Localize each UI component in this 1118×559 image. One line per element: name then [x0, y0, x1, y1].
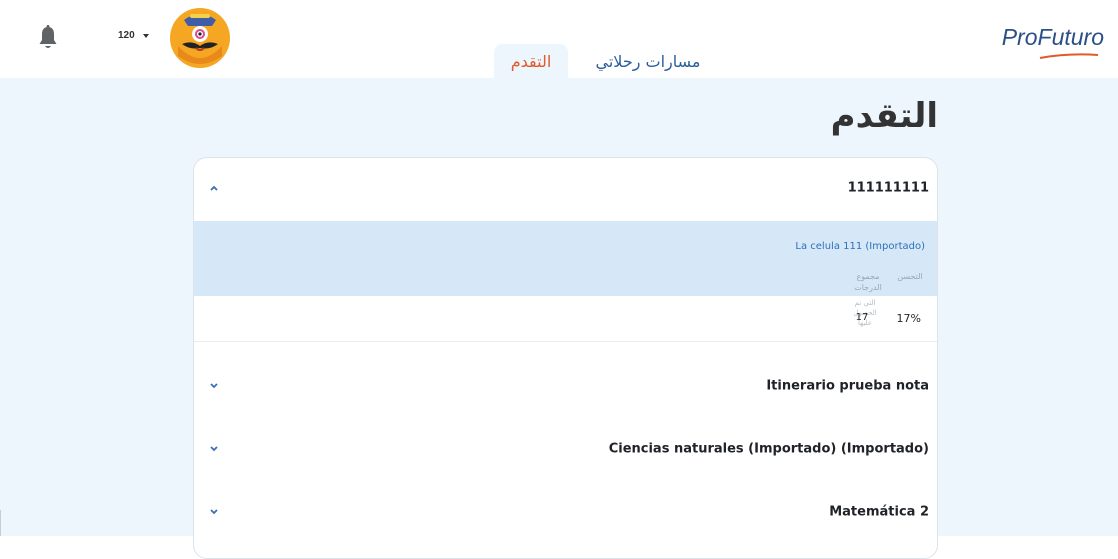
- chevron-down-icon: [142, 33, 149, 38]
- tab-my-paths-label: مسارات رحلاتي: [595, 51, 701, 71]
- window-edge: [0, 510, 1, 536]
- progress-accordion: 111111111 La celula 111 (Importado) التح…: [193, 157, 938, 559]
- total-cell: التي تم الحصول عليها 17: [851, 298, 879, 340]
- column-header-total: مجموع الدرجات: [851, 271, 885, 293]
- tab-my-paths[interactable]: مسارات رحلاتي: [568, 44, 728, 78]
- page-title: التقدم: [830, 96, 938, 136]
- improvement-value: 17%: [896, 312, 921, 325]
- top-header: 120 التقدم مسارات رحلاتي ProFuturo: [0, 0, 1118, 78]
- column-header-total-line-1: مجموع: [856, 272, 880, 281]
- accordion-header-matematica[interactable]: Matemática 2: [194, 487, 937, 537]
- profuturo-logo: ProFuturo: [1002, 24, 1104, 51]
- total-value: 17: [855, 312, 869, 323]
- table-row: 17% التي تم الحصول عليها 17: [194, 296, 937, 342]
- accordion-title: Ciencias naturales (Importado) (Importad…: [608, 441, 929, 457]
- chevron-down-icon[interactable]: [208, 443, 220, 455]
- tab-progress[interactable]: التقدم: [494, 44, 568, 78]
- bell-icon[interactable]: [36, 24, 60, 52]
- tab-bar: التقدم مسارات رحلاتي: [494, 44, 728, 78]
- chevron-down-icon[interactable]: [208, 506, 220, 518]
- points-dropdown[interactable]: 120: [118, 30, 149, 41]
- logo-futuro-text: Futuro: [1037, 24, 1104, 50]
- main-content: التقدم 111111111 La celula 111 (Importad…: [0, 78, 1118, 559]
- tab-progress-label: التقدم: [510, 51, 552, 71]
- course-link[interactable]: La celula 111 (Importado): [795, 241, 925, 252]
- accordion-title: Matemática 2: [829, 504, 929, 520]
- column-header-total-line-2: الدرجات: [854, 283, 882, 292]
- logo-underline-swoosh: [1039, 53, 1099, 59]
- accordion-header-itinerario[interactable]: Itinerario prueba nota: [194, 361, 937, 411]
- accordion-title: Itinerario prueba nota: [766, 378, 929, 394]
- column-header-total-line-3: التي تم: [854, 299, 876, 307]
- points-value: 120: [118, 30, 135, 41]
- column-header-improvement: التحسن: [897, 272, 923, 281]
- chevron-down-icon[interactable]: [208, 380, 220, 392]
- accordion-header-ciencias[interactable]: Ciencias naturales (Importado) (Importad…: [194, 424, 937, 474]
- accordion-title: 111111111: [847, 180, 929, 196]
- avatar[interactable]: [168, 6, 232, 70]
- course-band: La celula 111 (Importado) التحسن مجموع ا…: [194, 221, 937, 296]
- logo-pro-text: Pro: [1001, 24, 1038, 50]
- accordion-header-111111111[interactable]: 111111111: [194, 163, 937, 213]
- chevron-up-icon[interactable]: [208, 182, 220, 194]
